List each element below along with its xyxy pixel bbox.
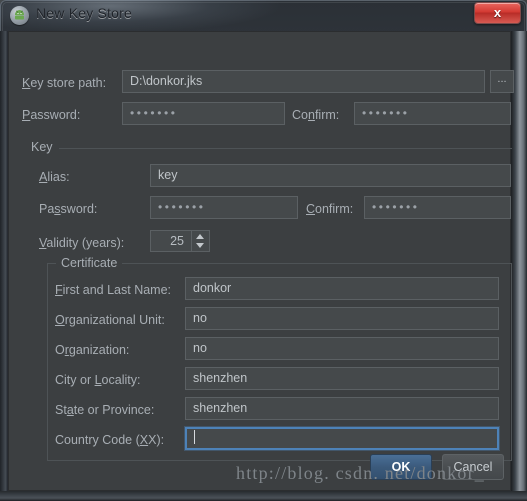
key-group-label: Key [31,140,59,154]
key-password-label: Password: [39,202,98,216]
ok-button[interactable]: OK [370,454,432,480]
window-edge-right [511,31,527,491]
key-alias-label: Alias: [39,170,70,184]
cert-state-province-input[interactable]: shenzhen [185,397,499,420]
key-store-path-label: Key store path: [22,76,107,90]
chevron-down-icon[interactable] [196,243,204,248]
chevron-up-icon[interactable] [196,234,204,239]
certificate-legend: Certificate [56,256,123,270]
title-bar[interactable]: New Key Store x [0,0,527,31]
key-validity-stepper[interactable]: 25 [150,230,210,252]
cert-country-code-label: Country Code (XX): [55,433,165,447]
key-store-confirm-label: Confirm: [292,108,340,122]
browse-button[interactable]: ... [490,70,514,93]
stepper-buttons[interactable] [191,231,209,251]
window-edge-left [0,31,8,491]
key-store-confirm-input[interactable]: ••••••• [354,102,511,125]
new-key-store-dialog: New Key Store x Key store path: D:\donko… [0,0,527,501]
cert-city-locality-input[interactable]: shenzhen [185,367,499,390]
cert-state-province-label: State or Province: [55,403,155,417]
cert-organizational-unit-input[interactable]: no [185,307,499,330]
key-alias-input[interactable]: key [150,164,511,187]
cert-organization-label: Organization: [55,343,130,357]
cert-city-locality-label: City or Locality: [55,373,141,387]
key-store-password-label: Password: [22,108,81,122]
key-validity-label: Validity (years): [39,236,125,250]
key-confirm-input[interactable]: ••••••• [364,196,511,219]
key-group-separator [31,148,512,149]
android-robot-icon [10,6,29,25]
window-edge-bottom [0,491,527,501]
close-button[interactable]: x [474,2,521,24]
dialog-content-panel: Key store path: D:\donkor.jks ... Passwo… [8,31,514,491]
cert-first-last-name-label: First and Last Name: [55,283,172,297]
key-password-input[interactable]: ••••••• [150,196,298,219]
text-caret [194,430,195,444]
close-icon: x [493,5,502,20]
cert-country-code-input[interactable] [185,427,499,450]
key-validity-value: 25 [170,234,184,248]
cert-organization-input[interactable]: no [185,337,499,360]
cert-organizational-unit-label: Organizational Unit: [55,313,165,327]
window-title: New Key Store [36,5,132,21]
key-store-password-input[interactable]: ••••••• [122,102,285,125]
cancel-button[interactable]: Cancel [442,454,504,480]
key-confirm-label: Confirm: [306,202,354,216]
cert-first-last-name-input[interactable]: donkor [185,277,499,300]
key-store-path-input[interactable]: D:\donkor.jks [122,70,485,93]
